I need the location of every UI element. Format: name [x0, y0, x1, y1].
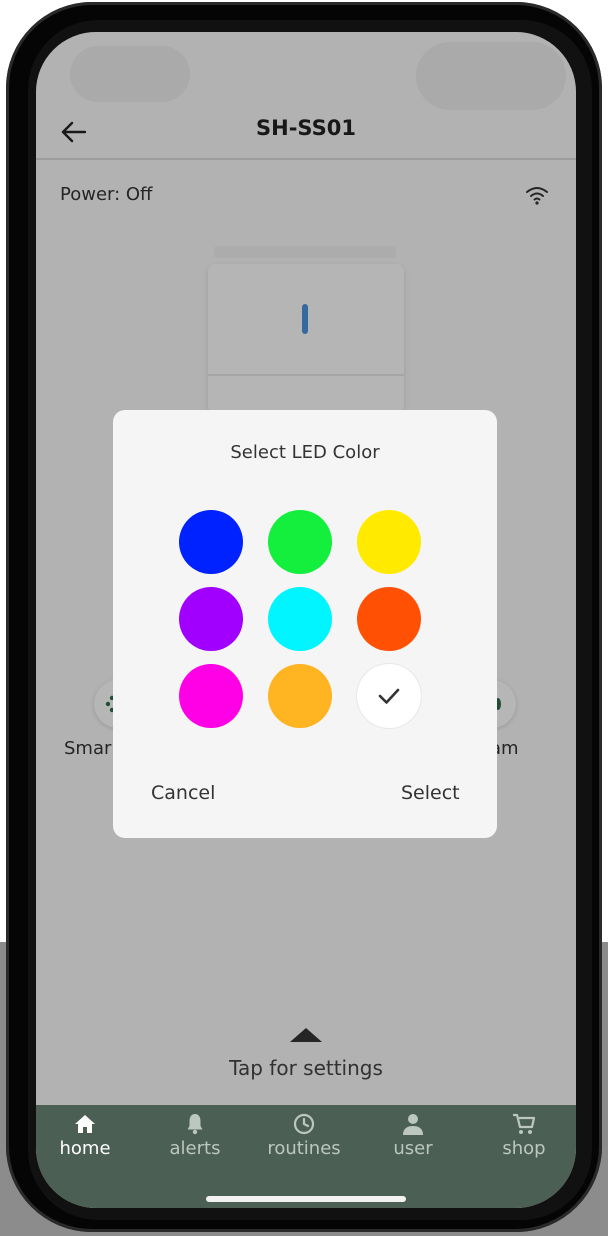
cart-icon [513, 1113, 536, 1134]
home-icon [75, 1115, 95, 1133]
select-button[interactable]: Select [401, 782, 460, 804]
led-color-dialog: Select LED Color Cancel Select [113, 410, 497, 838]
color-swatch-amber[interactable] [268, 664, 332, 728]
tab-user-label: user [393, 1138, 433, 1159]
dialog-title: Select LED Color [230, 442, 380, 463]
bottom-tab-bar: home alerts routines user shop [36, 1105, 576, 1208]
phone-screen: SH-SS01 Power: Off Smar am Tap for setti… [36, 32, 576, 1208]
tab-routines[interactable]: routines [259, 1111, 349, 1159]
color-swatch-magenta[interactable] [179, 664, 243, 728]
tab-routines-label: routines [267, 1138, 341, 1159]
color-swatch-white[interactable] [357, 664, 421, 728]
color-swatch-orange[interactable] [357, 587, 421, 651]
tab-alerts-label: alerts [169, 1138, 221, 1159]
home-indicator[interactable] [206, 1196, 406, 1202]
bell-icon [187, 1114, 203, 1135]
color-swatch-purple[interactable] [179, 587, 243, 651]
clock-icon [293, 1113, 315, 1135]
tab-home-label: home [59, 1138, 111, 1159]
color-swatch-blue[interactable] [179, 510, 243, 574]
tab-shop[interactable]: shop [479, 1111, 569, 1159]
user-icon [403, 1114, 423, 1135]
tab-user[interactable]: user [368, 1111, 458, 1159]
checkmark-icon [378, 688, 400, 704]
tab-shop-label: shop [502, 1138, 546, 1159]
color-swatch-cyan[interactable] [268, 587, 332, 651]
tab-alerts[interactable]: alerts [150, 1111, 240, 1159]
cancel-button[interactable]: Cancel [151, 782, 215, 804]
color-swatch-green[interactable] [268, 510, 332, 574]
tab-home[interactable]: home [40, 1111, 130, 1159]
color-swatch-yellow[interactable] [357, 510, 421, 574]
